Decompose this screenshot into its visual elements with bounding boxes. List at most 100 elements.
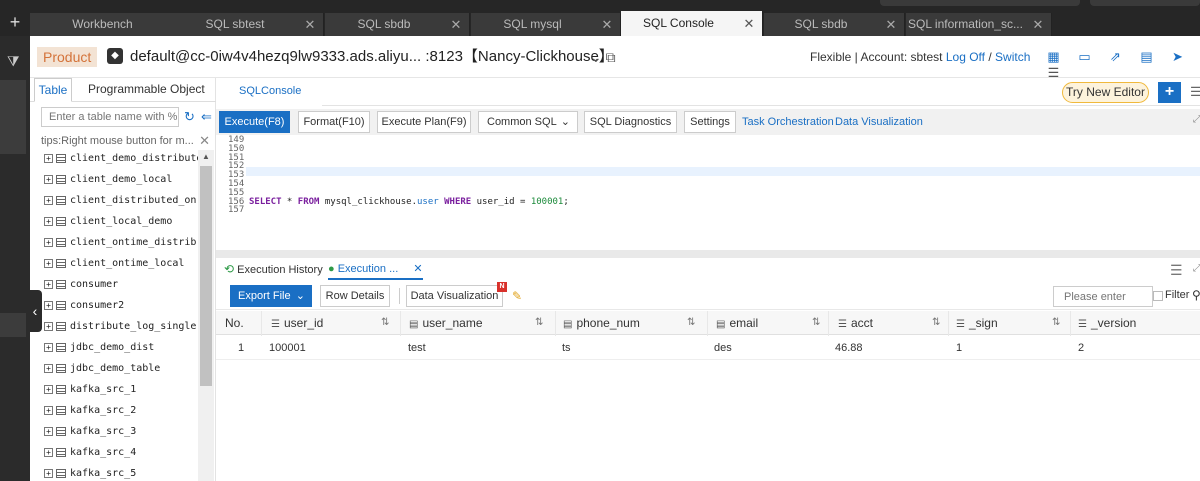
column-header-phone-num[interactable]: ▤ phone_num ⇅: [563, 311, 703, 335]
task-orchestration-link[interactable]: Task Orchestration: [742, 116, 834, 128]
column-header-user-name[interactable]: ▤ user_name ⇅: [409, 311, 551, 335]
table-item[interactable]: +distribute_log_single···: [30, 316, 198, 337]
export-file-button[interactable]: Export File ⌄: [230, 285, 312, 307]
settings-button[interactable]: Settings: [684, 111, 736, 133]
close-icon[interactable]: ✕: [303, 13, 317, 36]
sort-icon[interactable]: ⇅: [1052, 311, 1060, 335]
editor-result-splitter[interactable]: [216, 250, 1200, 258]
grid-icon[interactable]: ▦: [1038, 49, 1069, 65]
console-tab[interactable]: SQLConsole: [222, 78, 322, 106]
tab-execution-history[interactable]: ⟲ Execution History: [224, 262, 323, 276]
tab-execution-result[interactable]: ● Execution ... ✕: [328, 262, 423, 280]
menu-icon[interactable]: ☰: [1190, 84, 1200, 100]
filter-icon[interactable]: ⧩: [7, 53, 20, 70]
table-search-input[interactable]: [41, 107, 179, 127]
filter-checkbox[interactable]: [1153, 291, 1163, 301]
copy-icon[interactable]: ⧉: [606, 49, 616, 65]
expand-icon[interactable]: +: [44, 384, 53, 394]
search-icon[interactable]: ⚲: [1192, 288, 1200, 302]
table-item[interactable]: + kafka_src_2: [30, 400, 198, 421]
column-header-user-id[interactable]: ☰ user_id ⇅: [271, 311, 394, 335]
tab-sql-mysql[interactable]: SQL mysql ✕: [471, 13, 621, 36]
table-item[interactable]: + consumer: [30, 274, 198, 295]
close-icon[interactable]: ✕: [1031, 13, 1045, 36]
activity-item[interactable]: [0, 80, 26, 154]
sql-statement[interactable]: SELECT * FROM mysql_clickhouse.user WHER…: [249, 197, 569, 207]
sort-icon[interactable]: ⇅: [932, 311, 940, 335]
execute-button[interactable]: Execute(F8): [219, 111, 290, 133]
tab-sql-sbdb[interactable]: SQL sbdb ✕: [325, 13, 470, 36]
format-button[interactable]: Format(F10): [298, 111, 370, 133]
expand-icon[interactable]: +: [44, 279, 53, 289]
refresh-icon[interactable]: ↻: [184, 109, 195, 125]
chat-icon[interactable]: ▭: [1069, 49, 1100, 65]
close-icon[interactable]: ✕: [199, 132, 210, 150]
close-icon[interactable]: ✕: [413, 263, 422, 275]
tab-sql-sbtest[interactable]: SQL sbtest ✕: [173, 13, 324, 36]
scrollbar-thumb[interactable]: [200, 166, 212, 386]
external-link-icon[interactable]: ⇗: [1100, 49, 1131, 65]
expand-icon[interactable]: +: [44, 195, 53, 205]
data-visualization-button[interactable]: Data Visualization: [406, 285, 503, 307]
expand-icon[interactable]: +: [44, 258, 53, 268]
switch-link[interactable]: Switch: [995, 50, 1030, 64]
table-row[interactable]: 1 100001 test ts des 46.88 1 2: [216, 336, 1200, 360]
table-item[interactable]: + kafka_src_3: [30, 421, 198, 442]
execute-plan-button[interactable]: Execute Plan(F9): [377, 111, 471, 133]
expand-icon[interactable]: +: [44, 174, 53, 184]
table-item[interactable]: +client_distributed_on···: [30, 190, 198, 211]
expand-icon[interactable]: +: [44, 216, 53, 226]
data-visualization-link[interactable]: Data Visualization: [835, 116, 923, 128]
activity-item[interactable]: [0, 313, 26, 337]
table-item[interactable]: + client_demo_distributed: [30, 148, 198, 169]
table-item[interactable]: + consumer2: [30, 295, 198, 316]
column-header-email[interactable]: ▤ email ⇅: [716, 311, 828, 335]
column-header-sign[interactable]: ☰ _sign ⇅: [956, 311, 1068, 335]
tab-table[interactable]: Table: [34, 78, 72, 102]
sql-editor[interactable]: 149 150 151 152 153 154 155 156 157 SELECT * FRO…: [218, 136, 1200, 250]
panel-collapse-handle[interactable]: ‹: [28, 290, 42, 332]
expand-icon[interactable]: +: [44, 468, 53, 478]
expand-icon[interactable]: ⤢: [1193, 263, 1200, 274]
expand-icon[interactable]: +: [44, 363, 53, 373]
new-tab-icon[interactable]: +: [0, 12, 30, 32]
expand-icon[interactable]: +: [44, 426, 53, 436]
menu-icon[interactable]: ☰: [1170, 262, 1183, 279]
tab-programmable-object[interactable]: Programmable Object: [88, 78, 205, 102]
expand-icon[interactable]: +: [44, 447, 53, 457]
close-icon[interactable]: ✕: [884, 13, 898, 36]
table-item[interactable]: + jdbc_demo_table: [30, 358, 198, 379]
expand-icon[interactable]: +: [44, 300, 53, 310]
palette-icon[interactable]: ✎: [512, 289, 522, 303]
expand-icon[interactable]: +: [44, 237, 53, 247]
tab-sql-sbdb-2[interactable]: SQL sbdb ✕: [764, 13, 905, 36]
close-icon[interactable]: ✕: [449, 13, 463, 36]
tab-sql-console[interactable]: SQL Console ✕: [621, 11, 763, 36]
sort-icon[interactable]: ⇅: [687, 311, 695, 335]
send-icon[interactable]: ➤: [1162, 49, 1193, 65]
expand-icon[interactable]: +: [44, 342, 53, 352]
expand-icon[interactable]: +: [44, 321, 53, 331]
menu-icon[interactable]: ☰: [1038, 65, 1069, 81]
product-badge[interactable]: Product: [37, 47, 98, 67]
table-item[interactable]: + client_ontime_local: [30, 253, 198, 274]
try-new-editor-button[interactable]: Try New Editor: [1062, 82, 1149, 103]
table-item[interactable]: + kafka_src_4: [30, 442, 198, 463]
add-console-button[interactable]: +: [1158, 82, 1181, 103]
sql-diagnostics-button[interactable]: SQL Diagnostics: [584, 111, 677, 133]
common-sql-dropdown[interactable]: Common SQL ⌄: [478, 111, 578, 133]
column-header-version[interactable]: ☰ _version: [1078, 311, 1193, 335]
tab-sql-information-schema[interactable]: SQL information_sc... ✕: [906, 13, 1052, 36]
expand-icon[interactable]: ⤢: [1193, 114, 1200, 125]
connection-name[interactable]: default@cc-0iw4v4hezq9lw9333.ads.aliyu..…: [130, 47, 614, 67]
logoff-link[interactable]: Log Off: [946, 50, 985, 64]
table-item[interactable]: + client_demo_local: [30, 169, 198, 190]
collapse-icon[interactable]: ⇐: [201, 109, 212, 125]
scrollbar[interactable]: ▲: [198, 150, 214, 481]
table-item[interactable]: +client_ontime_distrib···: [30, 232, 198, 253]
chevron-down-icon[interactable]: ⌄: [590, 49, 602, 65]
expand-icon[interactable]: +: [44, 153, 53, 163]
scroll-up-icon[interactable]: ▲: [202, 152, 210, 161]
table-item[interactable]: + jdbc_demo_dist: [30, 337, 198, 358]
close-icon[interactable]: ✕: [600, 13, 614, 36]
